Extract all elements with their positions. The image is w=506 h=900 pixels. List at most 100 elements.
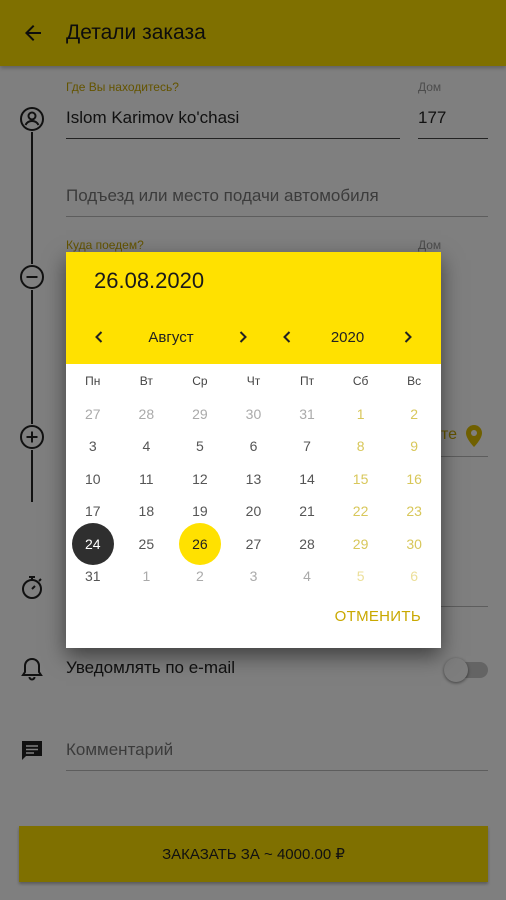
calendar-day[interactable]: 3 <box>66 430 120 463</box>
calendar-day-number: 3 <box>249 568 258 585</box>
calendar-day-number: 27 <box>84 405 101 422</box>
weekday-label: Пн <box>85 374 101 389</box>
calendar-day[interactable]: 27 <box>66 398 120 431</box>
calendar-day-number: 1 <box>142 568 151 585</box>
calendar-day-number: 18 <box>138 503 155 520</box>
calendar-day-number: 14 <box>299 470 315 487</box>
calendar-day[interactable]: 11 <box>120 463 174 496</box>
calendar-day[interactable]: 21 <box>280 495 334 528</box>
calendar-week-row: 10 11 12 13 14 15 16 <box>66 463 441 496</box>
calendar-day-number: 22 <box>352 503 369 520</box>
weekday-label: Чт <box>246 374 261 389</box>
next-year-button[interactable] <box>395 324 421 350</box>
calendar-day-number: 29 <box>192 405 208 422</box>
calendar-day[interactable]: 30 <box>387 528 441 561</box>
calendar-day-number: 4 <box>142 438 151 455</box>
calendar-day-number: 2 <box>196 568 204 585</box>
calendar-grid: Пн Вт Ср Чт Пт Сб Вс 27 28 29 30 31 1 2 3 4 5 6 7 8 9… <box>66 365 441 593</box>
calendar-day-number: 3 <box>88 438 97 455</box>
calendar-day[interactable]: 28 <box>280 528 334 561</box>
calendar-day[interactable]: 14 <box>280 463 334 496</box>
calendar-day-number: 21 <box>299 503 315 520</box>
calendar-day[interactable]: 16 <box>387 463 441 496</box>
calendar-day[interactable]: 30 <box>227 398 281 431</box>
calendar-day-selected[interactable]: 26 <box>173 528 227 561</box>
calendar-day-number: 29 <box>352 535 369 552</box>
calendar-day[interactable]: 31 <box>66 560 120 593</box>
calendar-day[interactable]: 31 <box>280 398 334 431</box>
date-picker-header: 26.08.2020 Август 2020 <box>66 252 441 364</box>
prev-month-button[interactable] <box>86 324 112 350</box>
calendar-day[interactable]: 15 <box>334 463 388 496</box>
calendar-day-number: 6 <box>410 568 419 585</box>
weekday-label: Сб <box>352 374 369 389</box>
calendar-day-number: 15 <box>352 470 369 487</box>
calendar-day[interactable]: 13 <box>227 463 281 496</box>
calendar-day[interactable]: 6 <box>227 430 281 463</box>
calendar-day-number: 7 <box>303 438 311 455</box>
calendar-day[interactable]: 27 <box>227 528 281 561</box>
calendar-day[interactable]: 9 <box>387 430 441 463</box>
calendar-day[interactable]: 28 <box>120 398 174 431</box>
calendar-day-number: 28 <box>138 405 155 422</box>
calendar-day[interactable]: 29 <box>334 528 388 561</box>
calendar-day-number: 6 <box>249 438 258 455</box>
calendar-day-number: 16 <box>406 470 422 487</box>
calendar-day-number: 31 <box>299 405 315 422</box>
date-picker-dialog: 26.08.2020 Август 2020 Пн Вт Ср Чт Пт Сб… <box>66 252 441 648</box>
calendar-day[interactable]: 10 <box>66 463 120 496</box>
calendar-day-number: 23 <box>406 503 422 520</box>
next-month-button[interactable] <box>230 324 256 350</box>
calendar-day-number: 28 <box>299 535 315 552</box>
calendar-week-row: 27 28 29 30 31 1 2 <box>66 398 441 431</box>
selected-date: 26.08.2020 <box>94 268 205 293</box>
chevron-left-icon <box>95 331 103 343</box>
calendar-day-number: 1 <box>356 405 365 422</box>
calendar-day[interactable]: 20 <box>227 495 281 528</box>
calendar-weeks: 27 28 29 30 31 1 2 3 4 5 6 7 8 9 10 11 12 13 14 15 16 17 18 19 2… <box>66 398 441 593</box>
calendar-day-number: 2 <box>410 405 419 422</box>
weekday-label: Вт <box>139 374 153 389</box>
calendar-day-number: 27 <box>245 535 262 552</box>
calendar-day[interactable]: 18 <box>120 495 174 528</box>
calendar-day[interactable]: 1 <box>334 398 388 431</box>
calendar-day[interactable]: 23 <box>387 495 441 528</box>
calendar-day-number: 5 <box>196 438 204 455</box>
calendar-day-number: 13 <box>245 470 262 487</box>
calendar-day-number: 24 <box>84 535 101 552</box>
calendar-day[interactable]: 4 <box>280 560 334 593</box>
calendar-day[interactable]: 7 <box>280 430 334 463</box>
month-navigator: Август <box>86 322 256 352</box>
calendar-day[interactable]: 6 <box>387 560 441 593</box>
cancel-button[interactable]: ОТМЕНИТЬ <box>335 608 421 625</box>
calendar-week-row: 3 4 5 6 7 8 9 <box>66 430 441 463</box>
calendar-day-number: 5 <box>356 568 365 585</box>
calendar-day-number: 30 <box>245 405 262 422</box>
calendar-day[interactable]: 22 <box>334 495 388 528</box>
calendar-day[interactable]: 2 <box>173 560 227 593</box>
month-label: Август <box>148 328 194 346</box>
calendar-day-number: 10 <box>84 470 101 487</box>
calendar-day[interactable]: 29 <box>173 398 227 431</box>
calendar-day[interactable]: 12 <box>173 463 227 496</box>
calendar-day-number: 11 <box>139 470 154 487</box>
calendar-day-number: 17 <box>84 503 101 520</box>
calendar-day-number: 26 <box>192 535 208 552</box>
calendar-day[interactable]: 1 <box>120 560 174 593</box>
calendar-day[interactable]: 5 <box>173 430 227 463</box>
calendar-week-row: 24 25 26 27 28 29 30 <box>66 528 441 561</box>
calendar-week-row: 31 1 2 3 4 5 6 <box>66 560 441 593</box>
calendar-day[interactable]: 4 <box>120 430 174 463</box>
weekday-label: Вс <box>407 374 422 389</box>
calendar-day[interactable]: 25 <box>120 528 174 561</box>
calendar-day-number: 4 <box>303 568 311 585</box>
calendar-day-number: 9 <box>410 438 419 455</box>
calendar-day-number: 30 <box>406 535 422 552</box>
prev-year-button[interactable] <box>274 324 300 350</box>
calendar-day[interactable]: 3 <box>227 560 281 593</box>
calendar-day[interactable]: 5 <box>334 560 388 593</box>
calendar-day-number: 8 <box>356 438 365 455</box>
calendar-day[interactable]: 8 <box>334 430 388 463</box>
calendar-day-today[interactable]: 24 <box>66 528 120 561</box>
calendar-day[interactable]: 2 <box>387 398 441 431</box>
